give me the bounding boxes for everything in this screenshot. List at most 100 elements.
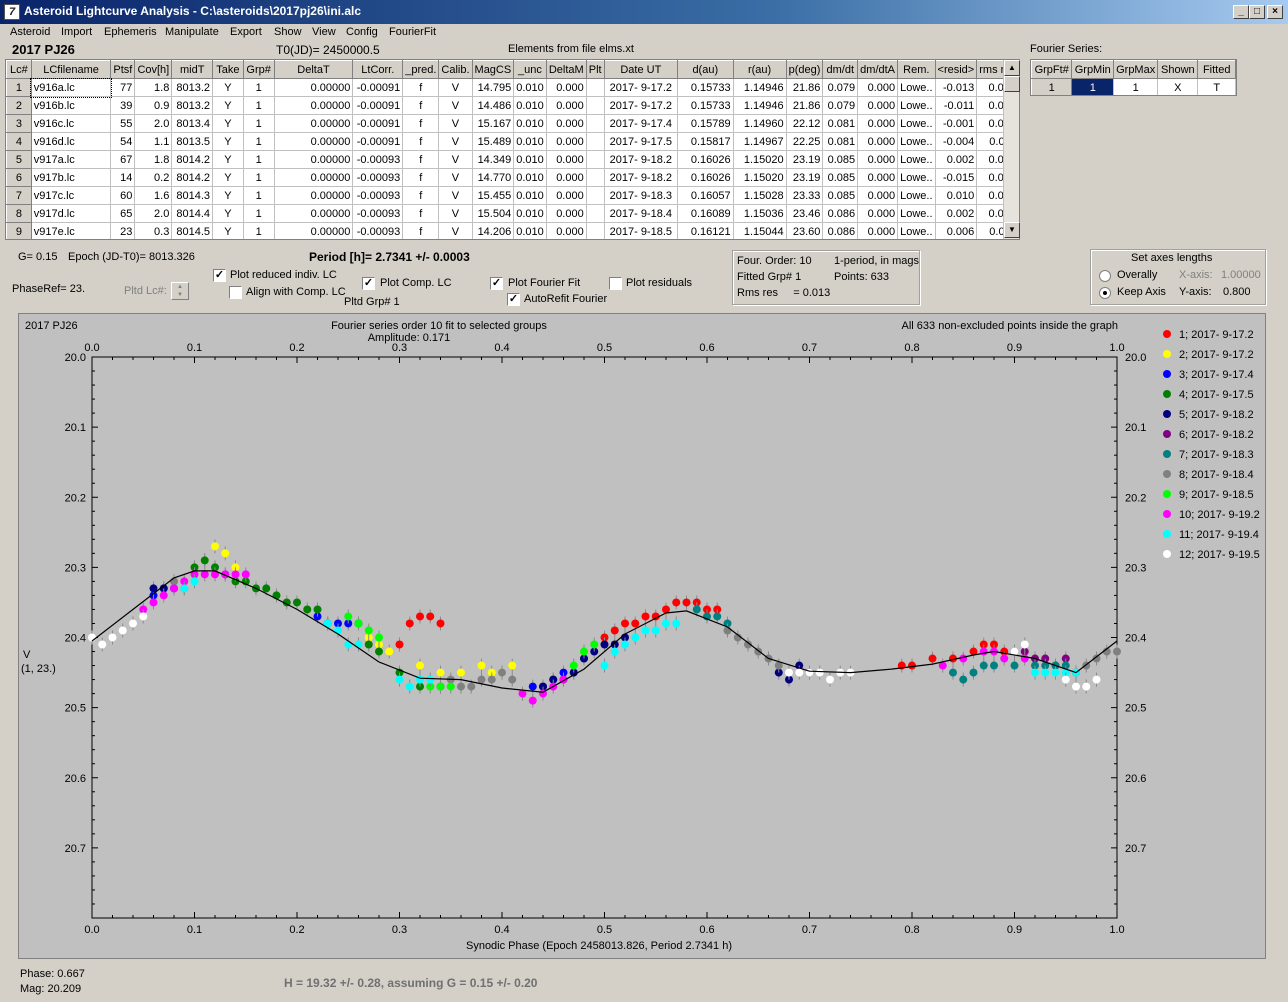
data-point[interactable] xyxy=(1000,654,1009,663)
data-point[interactable] xyxy=(180,584,189,593)
table-cell[interactable]: 2017- 9-18.3 xyxy=(603,186,678,205)
table-cell[interactable]: v917e.lc xyxy=(30,222,112,239)
close-button[interactable]: × xyxy=(1267,5,1283,19)
data-point[interactable] xyxy=(211,542,219,551)
data-point[interactable] xyxy=(580,647,588,656)
data-point[interactable] xyxy=(908,661,916,670)
column-header[interactable]: _unc xyxy=(513,60,547,79)
column-header[interactable]: dm/dtA xyxy=(857,60,899,79)
data-point[interactable] xyxy=(457,682,465,691)
table-cell[interactable]: 0.010 xyxy=(513,168,547,187)
data-point[interactable] xyxy=(815,668,824,677)
table-cell[interactable]: 0.000 xyxy=(857,114,899,133)
row-header[interactable]: 3 xyxy=(6,114,32,133)
column-header[interactable]: Grp# xyxy=(242,60,275,79)
table-cell[interactable]: -0.00093 xyxy=(352,150,404,169)
data-point[interactable] xyxy=(641,626,650,635)
row-header[interactable]: 6 xyxy=(6,168,32,187)
table-cell[interactable]: 1 xyxy=(242,204,275,223)
plot-comp-checkbox[interactable]: ✓ xyxy=(362,277,375,290)
table-cell[interactable]: 0.15789 xyxy=(676,114,734,133)
table-cell[interactable]: 0.3 xyxy=(134,222,173,239)
table-cell[interactable]: 1.15036 xyxy=(732,204,787,223)
data-point[interactable] xyxy=(600,640,609,649)
align-comp-checkbox[interactable] xyxy=(229,286,242,299)
table-cell[interactable]: 23.60 xyxy=(785,222,824,239)
scroll-up-button[interactable]: ▲ xyxy=(1004,60,1020,76)
table-cell[interactable]: 1.15020 xyxy=(732,150,787,169)
data-point[interactable] xyxy=(569,661,578,670)
pltd-lc-spinner[interactable]: ▲ ▼ xyxy=(171,282,189,300)
table-cell[interactable]: 0.000 xyxy=(545,168,587,187)
table-cell[interactable]: 8014.2 xyxy=(171,150,214,169)
maximize-button[interactable]: □ xyxy=(1249,5,1265,19)
row-header[interactable]: 5 xyxy=(6,150,32,169)
data-point[interactable] xyxy=(385,647,394,656)
table-cell[interactable]: 0.085 xyxy=(822,186,859,205)
table-cell[interactable]: -0.013 xyxy=(934,78,978,97)
table-cell[interactable]: 0.086 xyxy=(822,204,859,223)
table-cell[interactable]: Lowe.. xyxy=(897,222,936,239)
table-cell[interactable]: -0.00091 xyxy=(352,114,404,133)
menu-asteroid[interactable]: Asteroid xyxy=(10,26,50,38)
table-cell[interactable]: v916c.lc xyxy=(30,114,112,133)
plot-residuals-checkbox[interactable] xyxy=(609,277,622,290)
table-cell[interactable]: 0.002 xyxy=(934,204,978,223)
fourier-column-header[interactable]: Shown xyxy=(1157,60,1199,79)
data-point[interactable] xyxy=(1020,640,1029,649)
y-axis-value[interactable]: 0.800 xyxy=(1223,286,1251,298)
data-point[interactable] xyxy=(795,668,804,677)
table-cell[interactable]: 0.000 xyxy=(857,150,899,169)
data-point[interactable] xyxy=(231,570,240,579)
x-axis-value[interactable]: 1.00000 xyxy=(1221,269,1261,281)
table-cell[interactable]: -0.00091 xyxy=(352,96,404,115)
table-cell[interactable]: 14.349 xyxy=(471,150,515,169)
table-cell[interactable]: f xyxy=(402,132,440,151)
data-point[interactable] xyxy=(98,640,107,649)
table-cell[interactable]: 1.15020 xyxy=(732,168,787,187)
column-header[interactable]: <resid> xyxy=(934,60,978,79)
data-point[interactable] xyxy=(928,654,937,663)
data-point[interactable] xyxy=(990,661,998,670)
table-cell[interactable]: 55 xyxy=(110,114,136,133)
data-point[interactable] xyxy=(672,619,681,628)
table-cell[interactable]: 8013.4 xyxy=(171,114,214,133)
data-point[interactable] xyxy=(1082,682,1091,691)
table-cell[interactable]: 8013.2 xyxy=(171,96,214,115)
table-cell[interactable]: 0.00000 xyxy=(273,222,354,239)
table-cell[interactable]: v917a.lc xyxy=(30,150,112,169)
data-point[interactable] xyxy=(1113,647,1121,656)
table-cell[interactable]: 0.000 xyxy=(545,150,587,169)
data-point[interactable] xyxy=(457,668,465,677)
table-cell[interactable] xyxy=(585,78,605,97)
table-cell[interactable]: 0.081 xyxy=(822,132,859,151)
table-cell[interactable]: 1.14967 xyxy=(732,132,787,151)
data-point[interactable] xyxy=(354,619,363,628)
table-cell[interactable]: 0.00000 xyxy=(273,204,354,223)
data-point[interactable] xyxy=(508,661,517,670)
data-point[interactable] xyxy=(672,598,681,607)
data-point[interactable] xyxy=(416,612,424,621)
data-point[interactable] xyxy=(129,619,137,628)
table-cell[interactable]: 0.010 xyxy=(513,222,547,239)
title-bar[interactable]: 7 Asteroid Lightcurve Analysis - C:\aste… xyxy=(0,0,1288,24)
fourier-cell[interactable]: 1 xyxy=(1113,78,1159,95)
table-cell[interactable]: 0.15733 xyxy=(676,78,734,97)
data-point[interactable] xyxy=(364,626,373,635)
table-cell[interactable]: f xyxy=(402,150,440,169)
data-point[interactable] xyxy=(303,605,312,614)
column-header[interactable]: _pred. xyxy=(402,60,440,79)
menu-ephemeris[interactable]: Ephemeris xyxy=(104,26,157,38)
table-cell[interactable]: 0.16057 xyxy=(676,186,734,205)
column-header[interactable]: Cov[h] xyxy=(134,60,173,79)
scroll-down-button[interactable]: ▼ xyxy=(1004,222,1020,238)
data-point[interactable] xyxy=(713,612,722,621)
row-header[interactable]: 2 xyxy=(6,96,32,115)
table-cell[interactable]: 0.000 xyxy=(545,186,587,205)
table-cell[interactable]: 1 xyxy=(242,168,275,187)
autorefit-checkbox[interactable]: ✓ xyxy=(507,293,520,306)
fourier-column-header[interactable]: GrpMin xyxy=(1071,60,1115,79)
table-cell[interactable]: 2017- 9-18.4 xyxy=(603,204,678,223)
table-cell[interactable]: Lowe.. xyxy=(897,150,936,169)
data-point[interactable] xyxy=(190,577,199,586)
